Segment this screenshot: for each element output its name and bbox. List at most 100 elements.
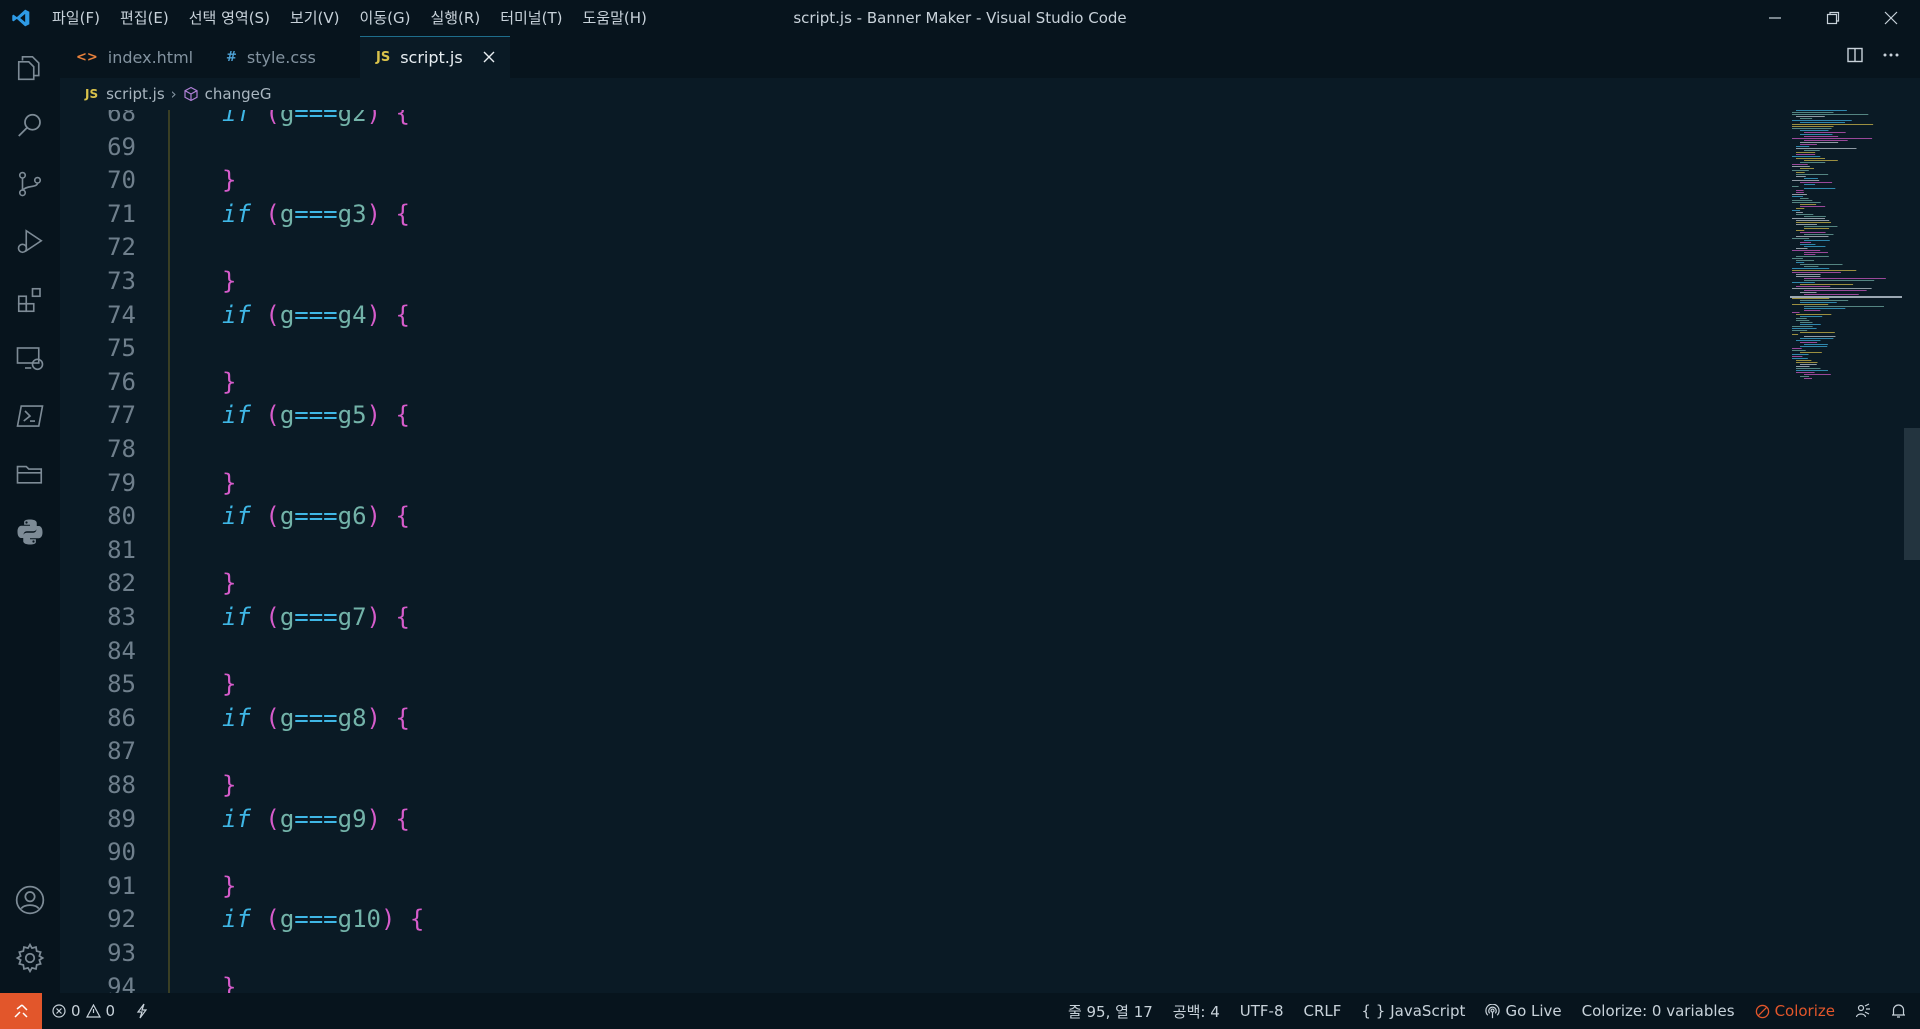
menu-item[interactable]: 파일(F) [42,0,110,36]
minimap-line [1800,204,1817,205]
explorer-icon[interactable] [0,40,60,96]
code-line[interactable]: 73} [60,264,1760,298]
code-line[interactable]: 75 [60,331,1760,365]
python-icon[interactable] [0,504,60,560]
tab-script-js[interactable]: JS script.js [360,36,510,78]
minimap-line [1792,114,1869,115]
minimize-button[interactable] [1746,0,1804,36]
minimap-line [1800,142,1839,143]
minimap-line [1800,162,1826,163]
code-line[interactable]: 82} [60,566,1760,600]
tab-index-html[interactable]: <> index.html [60,36,210,78]
remote-explorer-icon[interactable] [0,330,60,386]
vertical-scrollbar[interactable] [1904,428,1920,560]
account-icon[interactable] [0,872,60,928]
minimap-line [1800,346,1828,347]
minimap-line [1792,326,1813,327]
code-line[interactable]: 69 [60,130,1760,164]
minimap-line [1796,372,1815,373]
remote-indicator-icon[interactable] [0,993,42,1029]
code-line[interactable]: 81 [60,533,1760,567]
project-manager-icon[interactable] [0,446,60,502]
minimap-line [1804,150,1820,151]
code-line[interactable]: 83 if (g===g7) { [60,600,1760,634]
feedback-icon[interactable] [1845,993,1881,1029]
breadcrumb-symbol[interactable]: changeG [205,85,272,103]
code-line[interactable]: 70} [60,163,1760,197]
line-number: 91 [107,871,136,900]
tab-style-css[interactable]: # style.css [210,36,360,78]
menu-item[interactable]: 편집(E) [110,0,179,36]
minimap-line [1796,360,1812,361]
code-line[interactable]: 92 if (g===g10) { [60,902,1760,936]
end-of-line[interactable]: CRLF [1294,993,1352,1029]
menu-item[interactable]: 실행(R) [420,0,490,36]
minimap-line [1804,140,1848,141]
minimap-line [1792,288,1872,289]
code-line[interactable]: 78 [60,432,1760,466]
code-line[interactable]: 79} [60,466,1760,500]
code-line[interactable]: 88} [60,768,1760,802]
indentation[interactable]: 공백: 4 [1163,993,1230,1029]
menu-item[interactable]: 터미널(T) [490,0,572,36]
code-line[interactable]: 89 if (g===g9) { [60,802,1760,836]
split-editor-icon[interactable] [1846,46,1864,68]
settings-gear-icon[interactable] [0,930,60,986]
close-tab-icon[interactable] [480,48,498,66]
minimap-line [1804,290,1867,291]
minimap-line [1804,246,1826,247]
more-actions-icon[interactable] [1882,46,1900,68]
colorize-button[interactable]: Colorize [1745,993,1845,1029]
code-line[interactable]: 94} [60,970,1760,993]
minimap-line [1792,126,1834,127]
extensions-icon[interactable] [0,272,60,328]
menu-item[interactable]: 선택 영역(S) [179,0,280,36]
minimap-line [1796,366,1810,367]
code-line[interactable]: 85} [60,667,1760,701]
close-window-button[interactable] [1862,0,1920,36]
line-number: 83 [107,603,136,631]
code-line[interactable]: 77 if (g===g5) { [60,398,1760,432]
code-text: if (g===g8) { [222,703,410,732]
minimap-line [1796,256,1829,257]
notifications-bell-icon[interactable] [1881,993,1920,1029]
powershell-icon[interactable] [0,388,60,444]
code-line[interactable]: 74 if (g===g4) { [60,298,1760,332]
code-line[interactable]: 93 [60,936,1760,970]
code-line[interactable]: 84 [60,634,1760,668]
code-line[interactable]: 80 if (g===g6) { [60,499,1760,533]
menu-item[interactable]: 도움말(H) [572,0,656,36]
search-icon[interactable] [0,98,60,154]
code-lines[interactable]: 68 if (g===g2) {69 70} 71 if (g===g3) {72 73}… [60,110,1780,993]
code-line[interactable]: 87 [60,734,1760,768]
restore-button[interactable] [1804,0,1862,36]
code-line[interactable]: 68 if (g===g2) { [60,110,1760,130]
language-mode[interactable]: { } JavaScript [1351,993,1475,1029]
menu-item[interactable]: 보기(V) [280,0,350,36]
minimap[interactable] [1790,110,1902,993]
breadcrumb-file[interactable]: script.js [106,85,165,103]
encoding[interactable]: UTF-8 [1230,993,1294,1029]
colorize-variables[interactable]: Colorize: 0 variables [1572,993,1745,1029]
code-line[interactable]: 90 [60,835,1760,869]
source-control-icon[interactable] [0,156,60,212]
code-line[interactable]: 76} [60,365,1760,399]
minimap-line [1792,124,1874,125]
minimap-line [1796,192,1804,193]
problems-indicator[interactable]: 0 0 [42,993,125,1029]
run-debug-icon[interactable] [0,214,60,270]
minimap-line [1792,186,1799,187]
js-file-icon: JS [376,50,391,65]
code-editor[interactable]: 68 if (g===g2) {69 70} 71 if (g===g3) {72 73}… [60,110,1920,993]
go-live-button[interactable]: Go Live [1475,993,1571,1029]
minimap-line [1800,300,1849,301]
code-line[interactable]: 91} [60,869,1760,903]
code-line[interactable]: 86 if (g===g8) { [60,701,1760,735]
run-task-icon[interactable] [125,993,159,1029]
cursor-position[interactable]: 줄 95, 열 17 [1058,993,1163,1029]
code-line[interactable]: 72 [60,230,1760,264]
code-line[interactable]: 71 if (g===g3) { [60,197,1760,231]
minimap-line [1796,158,1825,159]
menu-item[interactable]: 이동(G) [350,0,421,36]
line-number: 88 [107,771,136,799]
